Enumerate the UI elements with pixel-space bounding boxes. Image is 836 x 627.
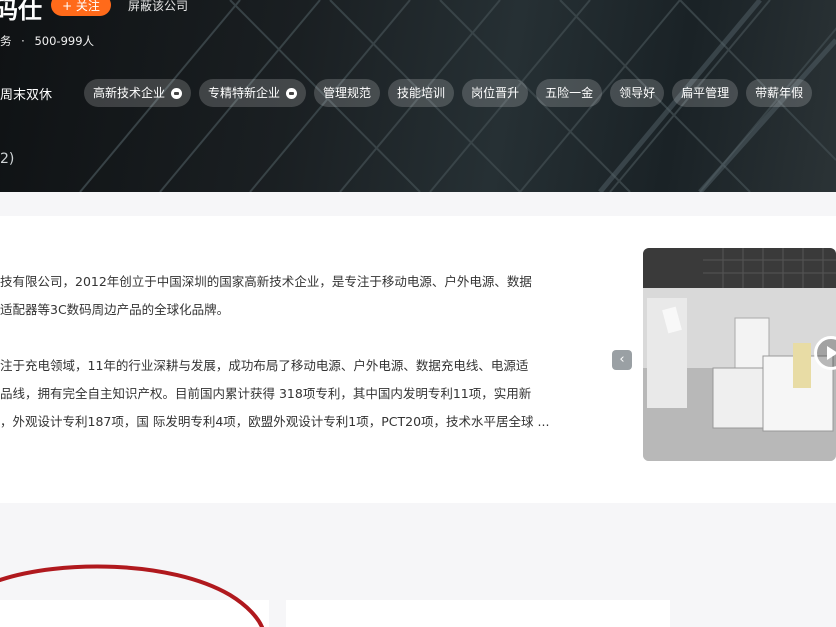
company-meta: 务 · 500-999人 [0,33,100,49]
info-icon[interactable] [286,87,298,99]
tag-item[interactable]: 专精特新企业 [199,79,307,107]
intro-line: 注于充电领域，11年的行业深耕与发展，成功布局了移动电源、户外电源、数据充电线、… [0,358,529,373]
content-card [286,600,670,627]
company-intro-text: 技有限公司，2012年创立于中国深圳的国家高新技术企业，是专注于移动电源、户外电… [0,268,600,436]
chevron-left-icon[interactable]: ‹ [612,350,632,370]
meta-separator: · [21,34,25,48]
company-video-thumbnail[interactable] [643,248,836,461]
tag-item: 技能培训 [388,79,455,107]
tag-item: 带薪年假 [746,79,813,107]
tag-label: 岗位晋升 [471,86,520,100]
benefit-item: 周末双休 [0,88,53,103]
intro-line: 品线，拥有完全自主知识产权。目前国内累计获得 318项专利，其中国内发明专利11… [0,386,532,401]
block-company-link[interactable]: 屏蔽该公司 [128,0,188,14]
intro-line: ，外观设计专利187项，国 际发明专利4项，欧盟外观设计专利1项，PCT20项，… [0,414,550,429]
tag-label: 高新技术企业 [93,86,166,100]
tag-label: 带薪年假 [755,86,804,100]
tag-label: 技能培训 [397,86,446,100]
tag-item: 五险一金 [536,79,603,107]
company-hero-banner: 码仕 + 关注 屏蔽该公司 务 · 500-999人 周末双休 高新技术企业 专… [0,0,836,192]
intro-line: 适配器等3C数码周边产品的全球化品牌。 [0,302,230,317]
company-size: 500-999人 [34,34,95,48]
tag-label: 五险一金 [545,86,594,100]
showroom-image [643,248,836,461]
tag-label: 专精特新企业 [208,86,281,100]
tag-item: 领导好 [610,79,665,107]
tag-item: 管理规范 [314,79,381,107]
follow-button[interactable]: + 关注 [51,0,111,16]
photo-count[interactable]: 2) [0,151,14,167]
tag-item: 岗位晋升 [462,79,529,107]
intro-line: 技有限公司，2012年创立于中国深圳的国家高新技术企业，是专注于移动电源、户外电… [0,274,532,289]
company-industry: 务 [0,34,12,48]
play-icon[interactable] [814,336,836,370]
company-name: 码仕 [0,0,42,24]
tag-label: 扁平管理 [681,86,730,100]
info-icon[interactable] [171,87,183,99]
tag-item[interactable]: 高新技术企业 [84,79,192,107]
red-circle-annotation [0,564,264,627]
tag-list: 高新技术企业 专精特新企业 管理规范 技能培训 岗位晋升 五险一金 领导好 扁平… [84,79,813,107]
tag-label: 领导好 [619,86,656,100]
tag-label: 管理规范 [323,86,372,100]
tag-item: 扁平管理 [672,79,739,107]
